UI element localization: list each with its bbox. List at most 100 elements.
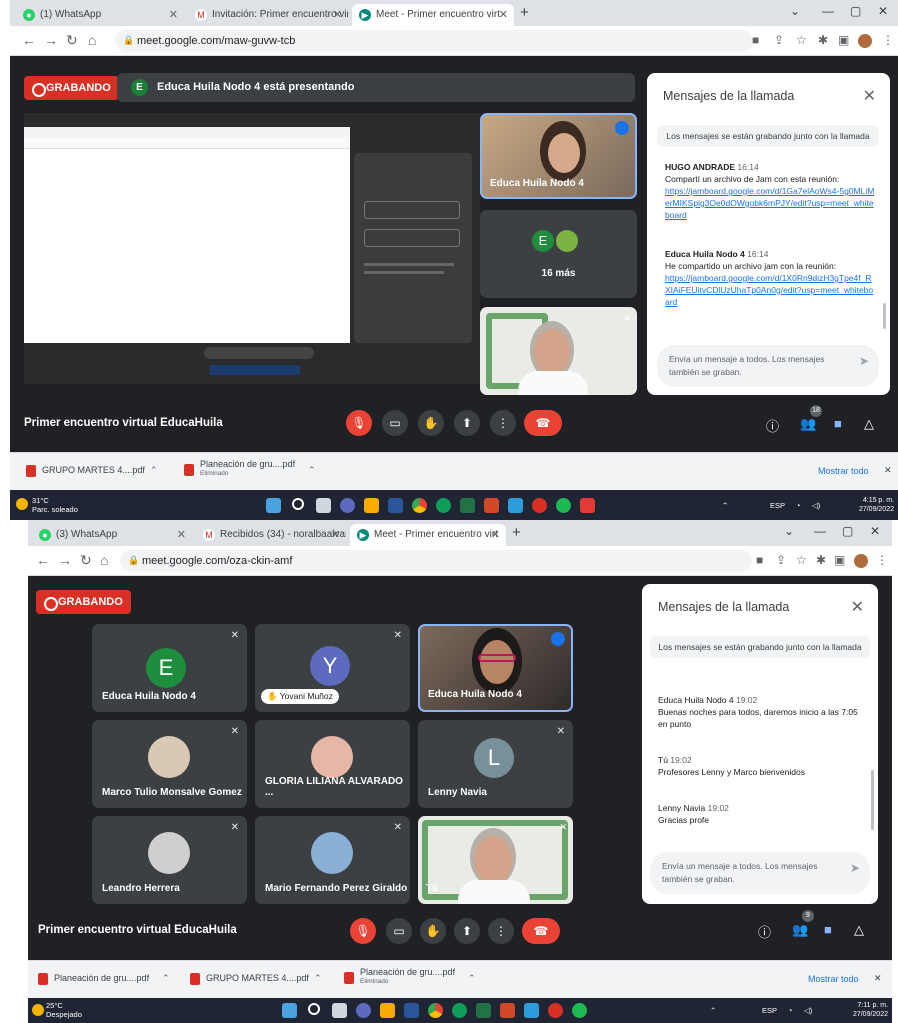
start-icon[interactable] xyxy=(282,1003,297,1018)
send-icon[interactable]: ➤ xyxy=(850,862,860,875)
tab-search-icon[interactable]: ⌄ xyxy=(790,4,800,18)
edge-icon[interactable] xyxy=(436,498,451,513)
camera-button[interactable]: ▭ xyxy=(382,410,408,436)
tray-arrow-icon[interactable]: ⌃ xyxy=(722,501,728,510)
word-icon[interactable] xyxy=(404,1003,419,1018)
download-item[interactable]: Planeación de gru....pdf ⌃ xyxy=(38,973,178,987)
weather-widget[interactable]: 31°C Parc. soleado xyxy=(32,496,78,514)
show-all-button[interactable]: Mostrar todo xyxy=(818,466,869,476)
chevron-up-icon[interactable]: ⌃ xyxy=(308,465,316,476)
tab-whatsapp[interactable]: ● (3) WhatsApp ✕ xyxy=(32,524,192,546)
file-explorer-icon[interactable] xyxy=(380,1003,395,1018)
menu-icon[interactable]: ⋮ xyxy=(876,553,888,567)
tab-whatsapp[interactable]: ● (1) WhatsApp ✕ xyxy=(16,4,184,26)
language-indicator[interactable]: ESP xyxy=(770,501,785,510)
mic-off-button[interactable]: 🎙 xyxy=(346,410,372,436)
sidebar-icon[interactable]: ▣ xyxy=(838,33,849,47)
chrome-icon[interactable] xyxy=(428,1003,443,1018)
chevron-up-icon[interactable]: ⌃ xyxy=(162,973,170,984)
language-indicator[interactable]: ESP xyxy=(762,1006,777,1015)
excel-icon[interactable] xyxy=(460,498,475,513)
close-icon[interactable]: ✕ xyxy=(851,597,864,617)
wifi-icon[interactable]: ◔ xyxy=(796,501,801,510)
volume-icon[interactable]: ◁) xyxy=(804,1006,812,1015)
home-icon[interactable]: ⌂ xyxy=(88,32,96,48)
opera-icon[interactable] xyxy=(548,1003,563,1018)
download-item[interactable]: Planeación de gru....pdf Eliminado ⌃ xyxy=(344,967,484,991)
teams-icon[interactable] xyxy=(356,1003,371,1018)
bookmark-star-icon[interactable]: ☆ xyxy=(796,33,807,47)
video-tile-self[interactable]: ✕ xyxy=(480,307,637,395)
profile-avatar[interactable] xyxy=(858,34,872,48)
info-icon[interactable]: ⓘ xyxy=(766,416,779,435)
calendar-icon[interactable] xyxy=(508,498,523,513)
wifi-icon[interactable]: ◔ xyxy=(788,1006,793,1015)
maximize-icon[interactable]: ▢ xyxy=(850,4,861,18)
close-tab-icon[interactable]: ✕ xyxy=(333,8,342,21)
extensions-icon[interactable]: ✱ xyxy=(816,553,826,567)
share-icon[interactable]: ⇪ xyxy=(776,553,786,567)
chat-scrollbar[interactable] xyxy=(871,770,874,830)
end-call-button[interactable]: ☎ xyxy=(522,918,560,944)
reload-icon[interactable]: ↻ xyxy=(80,552,92,569)
clock[interactable]: 4:15 p. m. 27/09/2022 xyxy=(859,496,894,514)
reload-icon[interactable]: ↻ xyxy=(66,32,78,49)
sidebar-icon[interactable]: ▣ xyxy=(834,553,845,567)
edge-icon[interactable] xyxy=(452,1003,467,1018)
more-options-button[interactable]: ⋮ xyxy=(488,918,514,944)
close-window-icon[interactable]: ✕ xyxy=(870,524,880,538)
end-call-button[interactable]: ☎ xyxy=(524,410,562,436)
tab-meet[interactable]: ▶ Meet - Primer encuentro virt ✕ xyxy=(350,524,506,546)
forward-icon[interactable]: → xyxy=(44,32,58,48)
more-participants-tile[interactable]: E 16 más xyxy=(480,210,637,298)
people-icon[interactable]: 👥 xyxy=(792,922,808,938)
excel-icon[interactable] xyxy=(476,1003,491,1018)
present-button[interactable]: ⬆ xyxy=(454,410,480,436)
weather-widget[interactable]: 25°C Despejado xyxy=(46,1001,82,1019)
powerpoint-icon[interactable] xyxy=(500,1003,515,1018)
teams-icon[interactable] xyxy=(340,498,355,513)
activities-icon[interactable]: △ xyxy=(864,416,874,432)
chat-icon[interactable]: ■ xyxy=(824,922,832,937)
chat-message-input[interactable]: Envía un mensaje a todos. Los mensajes t… xyxy=(650,852,870,894)
start-icon[interactable] xyxy=(266,498,281,513)
more-options-button[interactable]: ⋮ xyxy=(490,410,516,436)
back-icon[interactable]: ← xyxy=(22,32,36,48)
powerpoint-icon[interactable] xyxy=(484,498,499,513)
download-item[interactable]: Planeación de gru....pdf Eliminado ⌃ xyxy=(184,459,324,483)
participant-tile[interactable]: GLORIA LILIANA ALVARADO ... xyxy=(255,720,410,808)
spotify-icon[interactable] xyxy=(572,1003,587,1018)
close-window-icon[interactable]: ✕ xyxy=(878,4,888,18)
home-icon[interactable]: ⌂ xyxy=(100,552,108,568)
calendar-icon[interactable] xyxy=(524,1003,539,1018)
tab-gmail[interactable]: M Invitación: Primer encuentro virtu ✕ xyxy=(188,4,348,26)
clock[interactable]: 7:11 p. m. 27/09/2022 xyxy=(853,1001,888,1019)
menu-icon[interactable]: ⋮ xyxy=(882,33,894,47)
jamboard-link[interactable]: https://jamboard.google.com/d/1Ga7elAoWs… xyxy=(665,185,875,221)
search-icon[interactable] xyxy=(292,498,304,510)
video-tile-educa-huila[interactable]: Educa Huila Nodo 4 xyxy=(418,624,573,712)
close-tab-icon[interactable]: ✕ xyxy=(169,8,178,21)
close-tab-icon[interactable]: ✕ xyxy=(177,528,186,541)
opera-icon[interactable] xyxy=(532,498,547,513)
show-all-button[interactable]: Mostrar todo xyxy=(808,974,859,984)
video-tile-educa-huila[interactable]: Educa Huila Nodo 4 xyxy=(480,113,637,199)
task-view-icon[interactable] xyxy=(332,1003,347,1018)
tab-gmail[interactable]: M Recibidos (34) - noralbaalvarado ✕ xyxy=(196,524,346,546)
minimize-icon[interactable]: — xyxy=(814,524,826,538)
info-icon[interactable]: ⓘ xyxy=(758,922,771,941)
word-icon[interactable] xyxy=(388,498,403,513)
close-tab-icon[interactable]: ✕ xyxy=(331,528,340,541)
chat-message-input[interactable]: Envía un mensaje a todos. Los mensajes t… xyxy=(657,345,879,387)
url-field[interactable]: 🔒 meet.google.com/maw-guvw-tcb xyxy=(115,30,753,52)
chat-icon[interactable]: ■ xyxy=(834,416,842,431)
download-item[interactable]: GRUPO MARTES 4....pdf ⌃ xyxy=(26,465,166,479)
mic-off-button[interactable]: 🎙 xyxy=(350,918,376,944)
raise-hand-button[interactable]: ✋ xyxy=(420,918,446,944)
extensions-icon[interactable]: ✱ xyxy=(818,33,828,47)
close-tab-icon[interactable]: ✕ xyxy=(491,528,500,541)
activities-icon[interactable]: △ xyxy=(854,922,864,938)
close-tab-icon[interactable]: ✕ xyxy=(499,8,508,21)
chevron-up-icon[interactable]: ⌃ xyxy=(468,973,476,984)
forward-icon[interactable]: → xyxy=(58,552,72,568)
